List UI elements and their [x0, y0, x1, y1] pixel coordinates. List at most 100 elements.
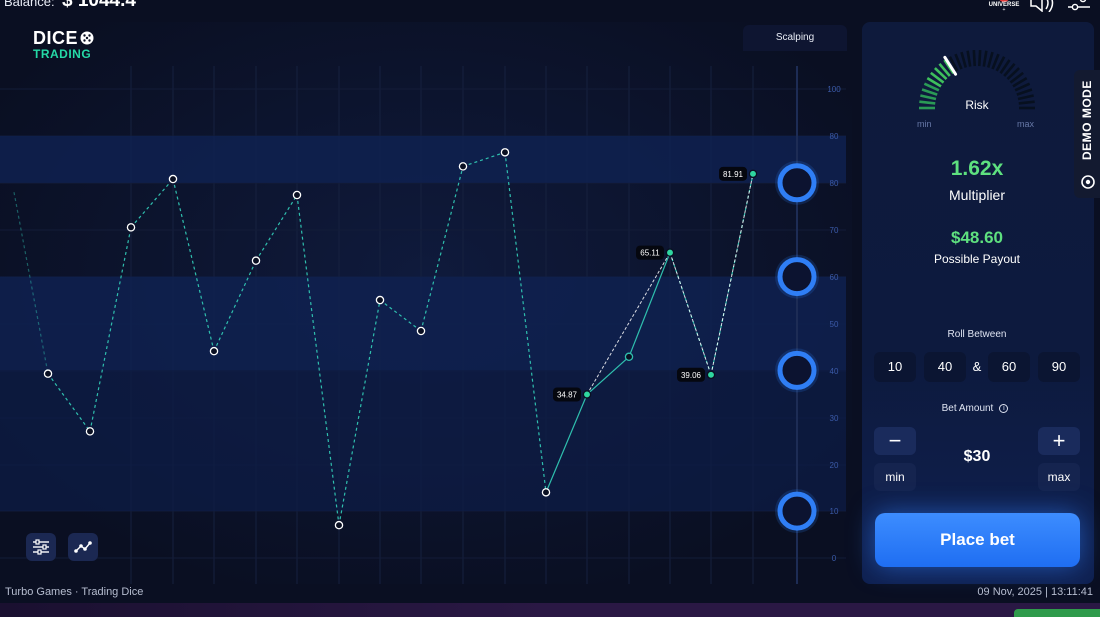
point-label: 81.91 — [719, 166, 747, 181]
payout-label: Possible Payout — [933, 252, 1021, 266]
sliders-icon — [33, 539, 49, 555]
chart-area: 1008080706050403020100 34.8765.1139.0681… — [0, 22, 852, 584]
range-handle — [777, 491, 817, 531]
path-point — [748, 169, 758, 179]
multiplier-label: Multiplier — [948, 187, 1005, 203]
path-point — [85, 427, 95, 436]
gauge-tick — [921, 88, 938, 96]
bet-amount-value[interactable]: $30 — [937, 448, 1017, 466]
gauge-tick — [982, 50, 988, 67]
footer-game-name: Turbo Games · Trading Dice — [5, 586, 144, 598]
risk-max-label: max — [1017, 119, 1035, 129]
path-point — [582, 390, 592, 399]
range-handle — [777, 163, 817, 203]
gauge-tick — [1016, 88, 1033, 96]
range-handle — [777, 350, 817, 390]
point-label-text: 34.87 — [557, 390, 578, 399]
sound-icon[interactable] — [1028, 0, 1056, 12]
y-tick-label: 10 — [830, 507, 839, 516]
roll-separator: & — [972, 359, 982, 374]
svg-text:+: + — [1003, 7, 1006, 12]
gauge-tick — [920, 94, 937, 101]
path-point — [334, 520, 344, 530]
gauge-tick — [986, 51, 994, 68]
path-point — [500, 148, 510, 157]
path-point — [624, 352, 634, 362]
y-tick-label: 20 — [830, 461, 839, 470]
top-bar: Balance: $ 1044.4 UNIVERSE + — [0, 0, 1100, 12]
bet-amount-label-text: Bet Amount — [941, 403, 994, 414]
max-bet-button[interactable]: max — [1038, 463, 1080, 491]
menu-icon[interactable] — [1066, 0, 1092, 12]
path-point — [665, 248, 675, 257]
path-point — [168, 174, 178, 184]
info-icon[interactable]: i — [999, 403, 1009, 413]
logo-line1: DICE — [33, 28, 79, 48]
increase-bet-button[interactable]: + — [1038, 427, 1080, 455]
roll-high-input[interactable]: 60 — [988, 352, 1030, 382]
roll-low-outer-input[interactable]: 10 — [874, 352, 916, 382]
roll-high-outer-input[interactable]: 90 — [1038, 352, 1080, 382]
y-tick-label: 80 — [830, 132, 839, 141]
settings-sliders-button[interactable] — [26, 533, 56, 561]
range-handle — [777, 257, 817, 297]
y-tick-label: 70 — [830, 226, 839, 235]
bet-amount-label: Bet Amount i — [930, 403, 1020, 414]
graph-icon — [74, 541, 92, 553]
dice-icon — [80, 31, 94, 45]
point-label-text: 65.11 — [640, 249, 660, 258]
multiplier-value: 1.62x — [950, 157, 1004, 180]
universe-logo: UNIVERSE + — [989, 0, 1019, 12]
dice-trading-logo: DICE TRADING — [33, 29, 113, 63]
bottom-strip — [0, 603, 1100, 617]
gauge-tick — [977, 50, 982, 67]
footer-timestamp: 09 Nov, 2025 | 13:11:41 — [977, 586, 1093, 598]
graph-view-button[interactable] — [68, 533, 98, 561]
place-bet-button[interactable]: Place bet — [875, 513, 1080, 567]
path-point — [706, 370, 716, 380]
gauge-tick — [1017, 94, 1034, 101]
demo-mode-label: DEMO MODE — [1080, 80, 1094, 160]
path-point — [251, 256, 261, 265]
min-bet-button[interactable]: min — [874, 463, 916, 491]
path-point — [375, 295, 385, 305]
y-tick-label: 30 — [830, 414, 839, 423]
risk-label: Risk — [965, 98, 989, 112]
y-tick-label: 100 — [827, 85, 841, 94]
logo-line2: TRADING — [33, 47, 92, 61]
balance-value: $ 1044.4 — [62, 0, 136, 11]
path-point — [458, 162, 468, 171]
path-point — [43, 369, 53, 378]
path-point — [292, 190, 302, 200]
path-point — [126, 223, 136, 232]
payout-value: $48.60 — [951, 228, 1003, 247]
gauge-tick — [1018, 100, 1035, 105]
y-tick-label: 40 — [830, 367, 839, 376]
balance-label: Balance: — [4, 0, 55, 9]
gauge-tick — [972, 50, 977, 67]
demo-chip-icon — [1081, 175, 1095, 189]
gauge-tick — [966, 50, 972, 67]
roll-low-input[interactable]: 40 — [924, 352, 966, 382]
point-label: 39.06 — [677, 367, 705, 382]
gauge-tick — [919, 100, 936, 105]
bottom-accent — [1014, 609, 1100, 617]
risk-min-label: min — [917, 119, 932, 129]
point-label-text: 39.06 — [681, 371, 702, 380]
y-tick-label: 50 — [830, 320, 839, 329]
path-point — [416, 326, 426, 336]
y-tick-label: 0 — [832, 554, 837, 563]
win-zone-band — [0, 370, 846, 512]
mode-chip-scalping[interactable]: Scalping — [743, 25, 847, 51]
point-label-text: 81.91 — [723, 170, 744, 179]
point-label: 34.87 — [553, 387, 581, 402]
path-point — [209, 346, 219, 356]
decrease-bet-button[interactable]: − — [874, 427, 916, 455]
mode-chip-label: Scalping — [775, 32, 815, 43]
y-tick-label: 60 — [830, 273, 839, 282]
y-tick-label: 80 — [830, 179, 839, 188]
roll-between-label: Roll Between — [947, 329, 1007, 340]
point-label: 65.11 — [636, 245, 664, 260]
gauge-tick — [960, 51, 968, 68]
path-point — [541, 488, 551, 497]
